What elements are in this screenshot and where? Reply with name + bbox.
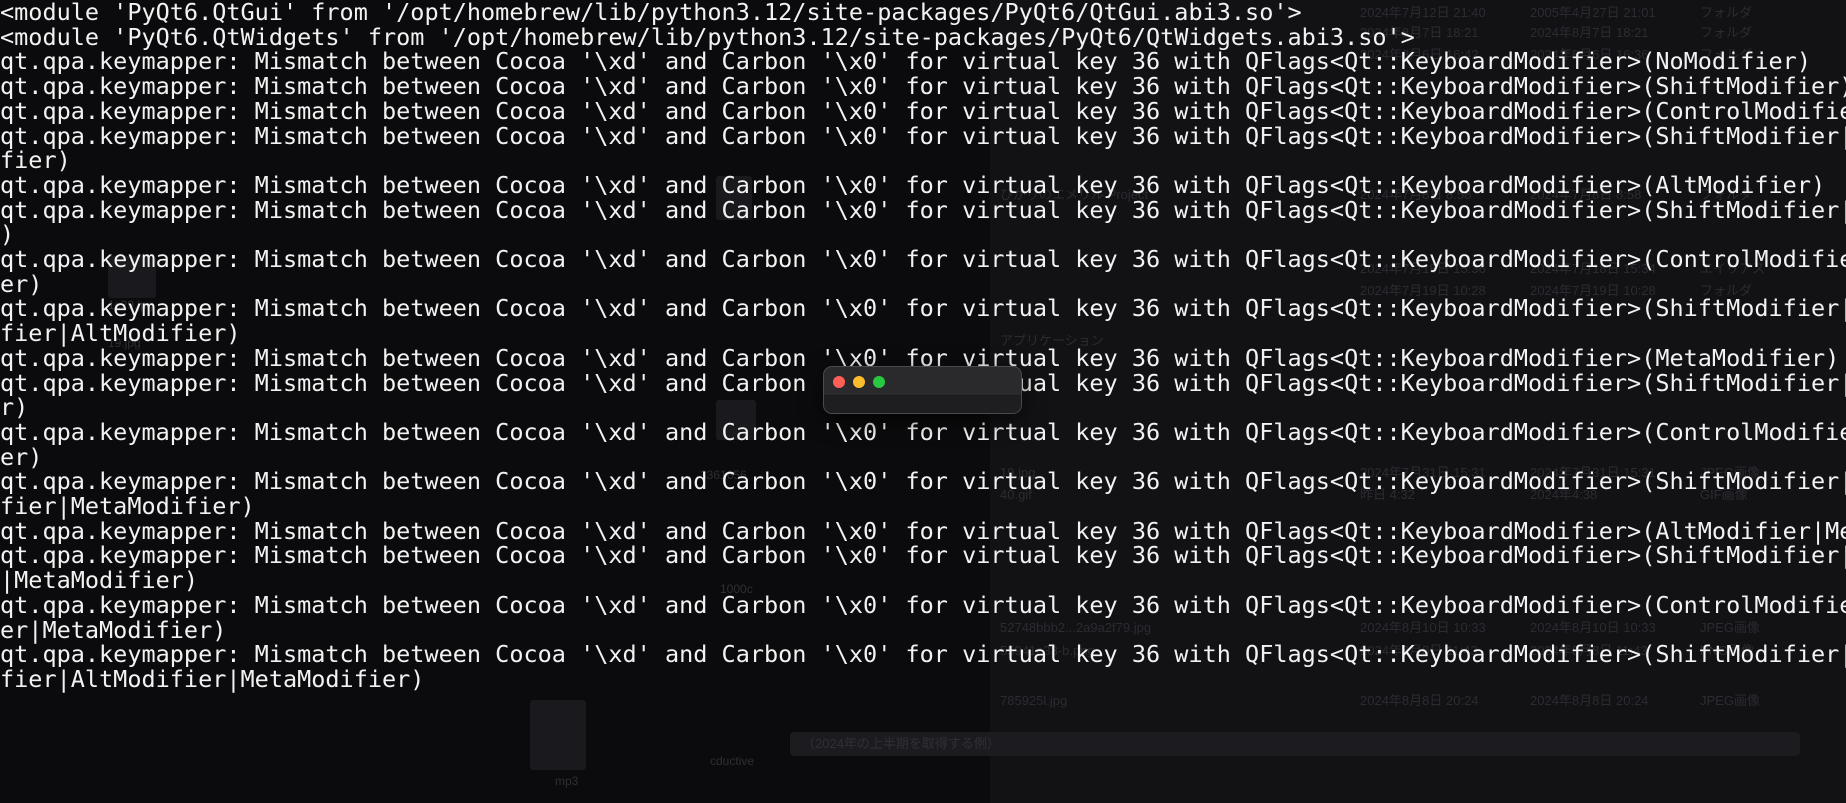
terminal-line: qt.qpa.keymapper: Mismatch between Cocoa… [0, 417, 1846, 446]
terminal-line: qt.qpa.keymapper: Mismatch between Cocoa… [0, 121, 1846, 150]
terminal-line: qt.qpa.keymapper: Mismatch between Cocoa… [0, 294, 1846, 323]
window-titlebar[interactable] [824, 367, 1021, 396]
close-button[interactable] [833, 376, 845, 388]
window-content [824, 396, 1021, 413]
terminal-line: qt.qpa.keymapper: Mismatch between Cocoa… [0, 467, 1846, 496]
terminal-line: fier|AltModifier|MetaModifier) [0, 664, 425, 693]
zoom-button[interactable] [873, 376, 885, 388]
terminal-line: qt.qpa.keymapper: Mismatch between Cocoa… [0, 195, 1846, 224]
terminal-line: qt.qpa.keymapper: Mismatch between Cocoa… [0, 245, 1846, 273]
empty-app-window[interactable] [823, 366, 1022, 414]
terminal-line: qt.qpa.keymapper: Mismatch between Cocoa… [0, 541, 1846, 570]
screen: 2024年7月12日 21:40 2005年4月27日 21:01 フォルダ 2024… [0, 0, 1846, 803]
minimize-button[interactable] [853, 376, 865, 388]
terminal-line: qt.qpa.keymapper: Mismatch between Cocoa… [0, 590, 1846, 619]
